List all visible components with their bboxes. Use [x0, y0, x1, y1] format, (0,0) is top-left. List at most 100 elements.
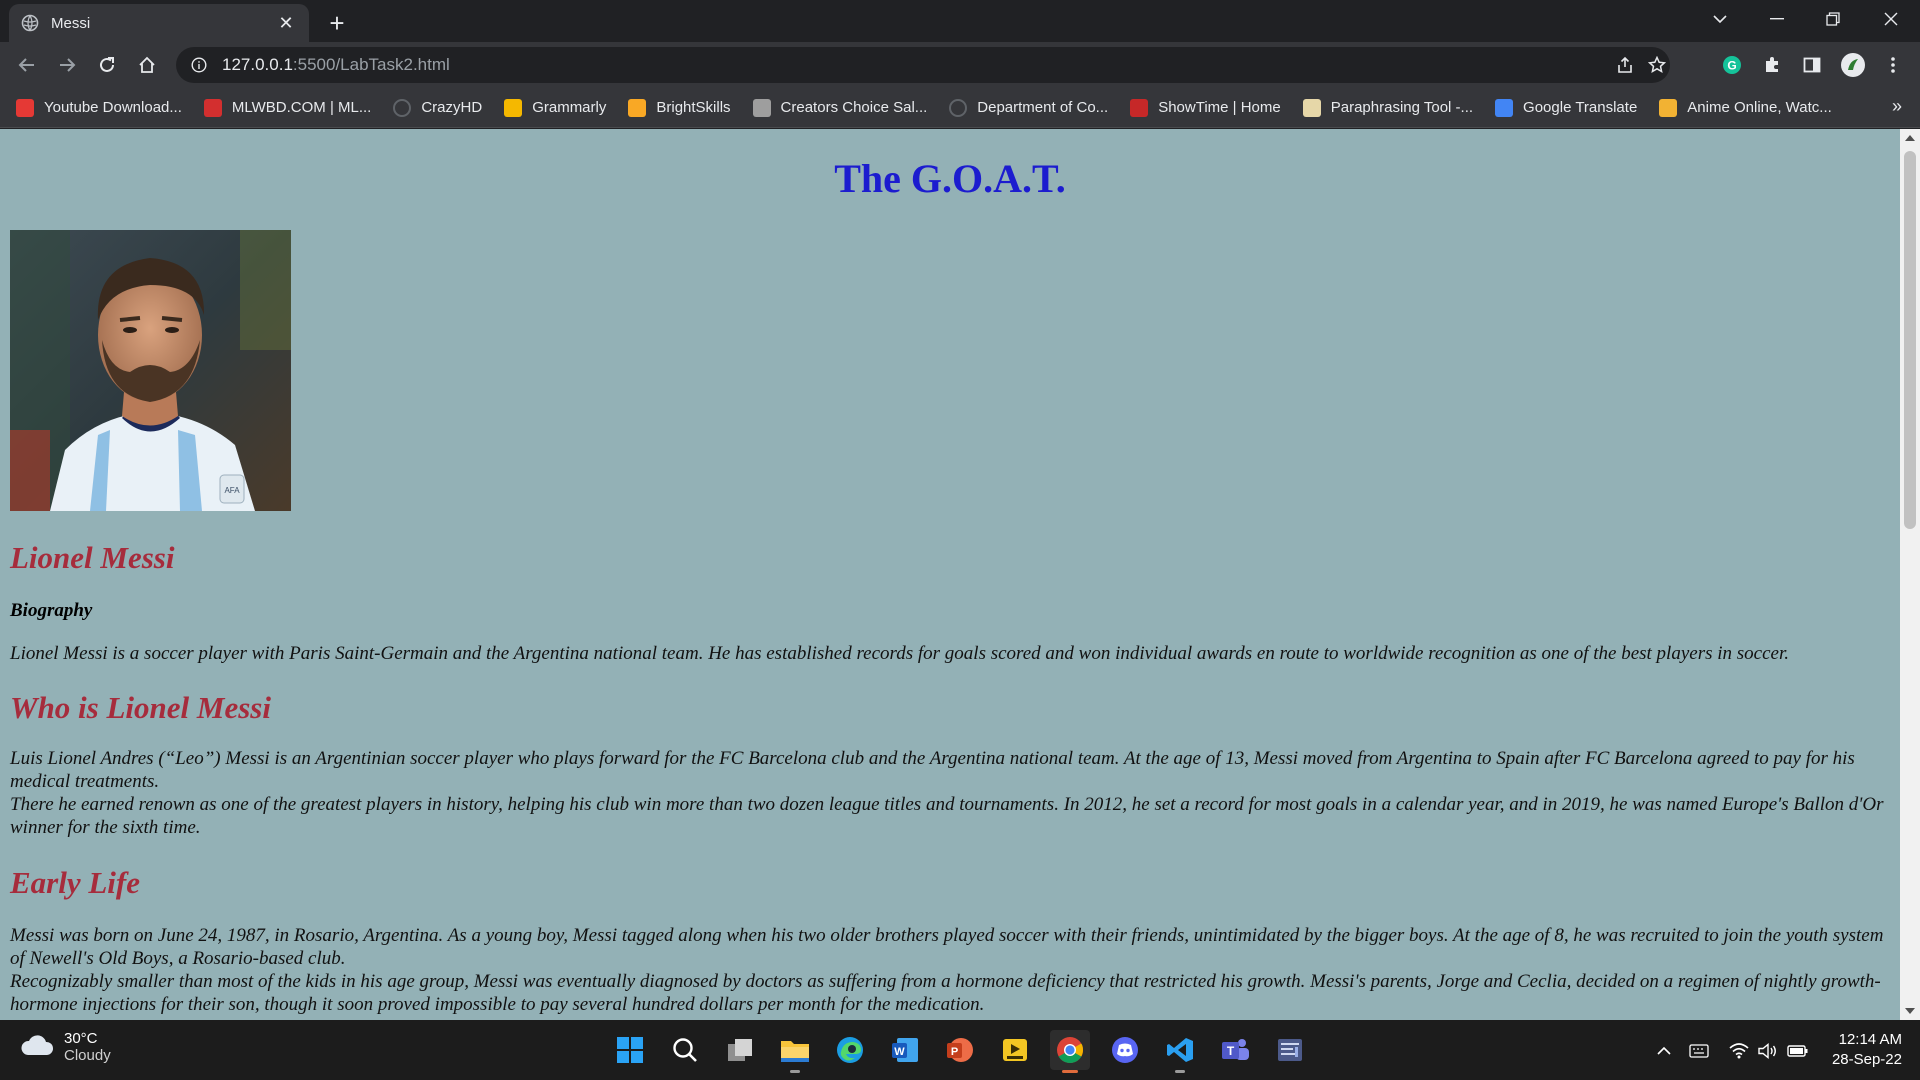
- battery-charging-icon[interactable]: [1787, 1040, 1809, 1062]
- bookmark-item[interactable]: BrightSkills: [628, 98, 731, 117]
- new-tab-button[interactable]: +: [322, 8, 352, 38]
- file-explorer-icon[interactable]: [775, 1030, 815, 1073]
- bookmark-item[interactable]: Anime Online, Watc...: [1659, 98, 1832, 117]
- wifi-icon[interactable]: [1728, 1040, 1750, 1062]
- url-text: 127.0.0.1:5500/LabTask2.html: [222, 55, 450, 75]
- anime-icon: [1659, 98, 1678, 117]
- active-indicator: [1062, 1070, 1078, 1073]
- svg-text:W: W: [894, 1046, 905, 1058]
- scroll-down-arrow-icon[interactable]: [1905, 1008, 1915, 1014]
- browser-menu-icon[interactable]: [1878, 50, 1908, 80]
- bookmark-item[interactable]: MLWBD.COM | ML...: [203, 98, 372, 117]
- bookmark-item[interactable]: Department of Co...: [949, 98, 1109, 117]
- bookmark-label: Youtube Download...: [44, 99, 182, 116]
- scroll-up-arrow-icon[interactable]: [1905, 135, 1915, 141]
- bookmark-label: Google Translate: [1523, 99, 1638, 116]
- share-icon[interactable]: [1610, 47, 1640, 83]
- paraphrasing-tool-icon: [1302, 98, 1321, 117]
- bookmark-item[interactable]: Grammarly: [504, 98, 606, 117]
- reload-button[interactable]: [92, 50, 122, 80]
- powerpoint-icon[interactable]: P: [940, 1030, 980, 1070]
- system-clock[interactable]: 12:14 AM 28-Sep-22: [1832, 1030, 1902, 1070]
- bookmark-item[interactable]: Google Translate: [1495, 98, 1638, 117]
- profile-avatar[interactable]: [1838, 50, 1868, 80]
- mlwbd-icon: [203, 98, 222, 117]
- scrollbar-thumb[interactable]: [1904, 151, 1916, 529]
- bookmark-label: Anime Online, Watc...: [1687, 99, 1832, 116]
- early-life-paragraph-2: Recognizably smaller than most of the ki…: [10, 971, 1881, 1015]
- vscode-icon[interactable]: [1160, 1030, 1200, 1073]
- biography-paragraph: Lionel Messi is a soccer player with Par…: [10, 643, 1789, 664]
- running-indicator: [790, 1070, 800, 1073]
- tab-messi[interactable]: Messi ✕: [9, 4, 309, 42]
- bookmark-item[interactable]: CrazyHD: [393, 98, 482, 117]
- bookmark-item[interactable]: Paraphrasing Tool -...: [1302, 98, 1474, 117]
- browser-toolbar: 127.0.0.1:5500/LabTask2.html G: [0, 42, 1920, 88]
- url-path: :5500/LabTask2.html: [292, 55, 450, 74]
- more-bookmarks-icon[interactable]: »: [1892, 96, 1902, 117]
- forward-button[interactable]: [52, 50, 82, 80]
- page-title: The G.O.A.T.: [834, 156, 1066, 201]
- tab-search-icon[interactable]: [1700, 4, 1740, 34]
- svg-text:G: G: [1727, 59, 1736, 73]
- address-bar[interactable]: 127.0.0.1:5500/LabTask2.html: [176, 47, 1670, 83]
- bookmark-label: Paraphrasing Tool -...: [1330, 99, 1474, 116]
- who-paragraph-2: There he earned renown as one of the gre…: [10, 794, 1884, 838]
- keyboard-icon[interactable]: [1688, 1040, 1710, 1062]
- globe-icon: [393, 98, 412, 117]
- who-paragraph-1: Luis Lionel Andres (“Leo”) Messi is an A…: [10, 748, 1855, 792]
- back-button[interactable]: [12, 50, 42, 80]
- word-icon[interactable]: W: [885, 1030, 925, 1070]
- bookmark-label: BrightSkills: [656, 99, 731, 116]
- tab-title: Messi: [51, 14, 91, 32]
- search-icon[interactable]: [665, 1030, 705, 1070]
- svg-text:AFA: AFA: [224, 486, 240, 495]
- bookmark-label: MLWBD.COM | ML...: [231, 99, 372, 116]
- discord-icon[interactable]: [1105, 1030, 1145, 1070]
- bookmark-label: ShowTime | Home: [1158, 99, 1281, 116]
- bookmark-item[interactable]: Youtube Download...: [16, 98, 182, 117]
- svg-text:T: T: [1227, 1044, 1235, 1058]
- bookmark-item[interactable]: Creators Choice Sal...: [752, 98, 928, 117]
- task-manager-icon[interactable]: [1270, 1030, 1310, 1070]
- extensions-puzzle-icon[interactable]: [1757, 50, 1787, 80]
- weather-widget[interactable]: 30°C Cloudy: [20, 1030, 111, 1064]
- running-indicator: [1175, 1070, 1185, 1073]
- minimize-button[interactable]: [1757, 4, 1797, 34]
- bookmark-label: Department of Co...: [977, 99, 1109, 116]
- heading-lionel-messi: Lionel Messi: [10, 540, 175, 575]
- page-scrollbar[interactable]: [1900, 129, 1920, 1020]
- clock-time: 12:14 AM: [1838, 1031, 1902, 1048]
- restore-button[interactable]: [1813, 4, 1853, 34]
- clock-date: 28-Sep-22: [1831, 1051, 1902, 1068]
- media-player-icon[interactable]: [995, 1030, 1035, 1070]
- teams-icon[interactable]: T: [1215, 1030, 1255, 1070]
- svg-text:P: P: [951, 1046, 958, 1058]
- bookmark-star-icon[interactable]: [1642, 47, 1672, 83]
- messi-portrait-image: AFA: [10, 230, 291, 511]
- globe-icon: [21, 14, 39, 32]
- show-hidden-icons-chevron-icon[interactable]: [1653, 1040, 1675, 1062]
- weather-condition: Cloudy: [64, 1047, 111, 1064]
- volume-icon[interactable]: [1756, 1040, 1778, 1062]
- globe-icon: [949, 98, 968, 117]
- close-window-button[interactable]: [1871, 4, 1911, 34]
- start-windows-icon[interactable]: [610, 1030, 650, 1070]
- grammarly-extension-icon[interactable]: G: [1717, 50, 1747, 80]
- early-life-paragraph-1: Messi was born on June 24, 1987, in Rosa…: [10, 925, 1884, 969]
- windows-taskbar: 30°C Cloudy W P T 12:14 AM 28-Sep-22: [0, 1020, 1920, 1080]
- bookmark-item[interactable]: ShowTime | Home: [1130, 98, 1281, 117]
- edge-browser-icon[interactable]: [830, 1030, 870, 1070]
- bookmark-label: Creators Choice Sal...: [780, 99, 928, 116]
- task-view-icon[interactable]: [720, 1030, 760, 1070]
- google-translate-icon: [1495, 98, 1514, 117]
- bookmarks-bar: Youtube Download... MLWBD.COM | ML... Craz…: [0, 88, 1920, 128]
- tab-strip: Messi ✕ +: [0, 0, 1920, 42]
- weather-temperature: 30°C: [64, 1030, 98, 1047]
- youtube-downloader-icon: [16, 98, 34, 117]
- close-tab-icon[interactable]: ✕: [275, 12, 297, 34]
- side-panel-icon[interactable]: [1797, 50, 1827, 80]
- chrome-icon[interactable]: [1050, 1030, 1090, 1073]
- home-button[interactable]: [132, 50, 162, 80]
- site-info-icon[interactable]: [190, 56, 208, 74]
